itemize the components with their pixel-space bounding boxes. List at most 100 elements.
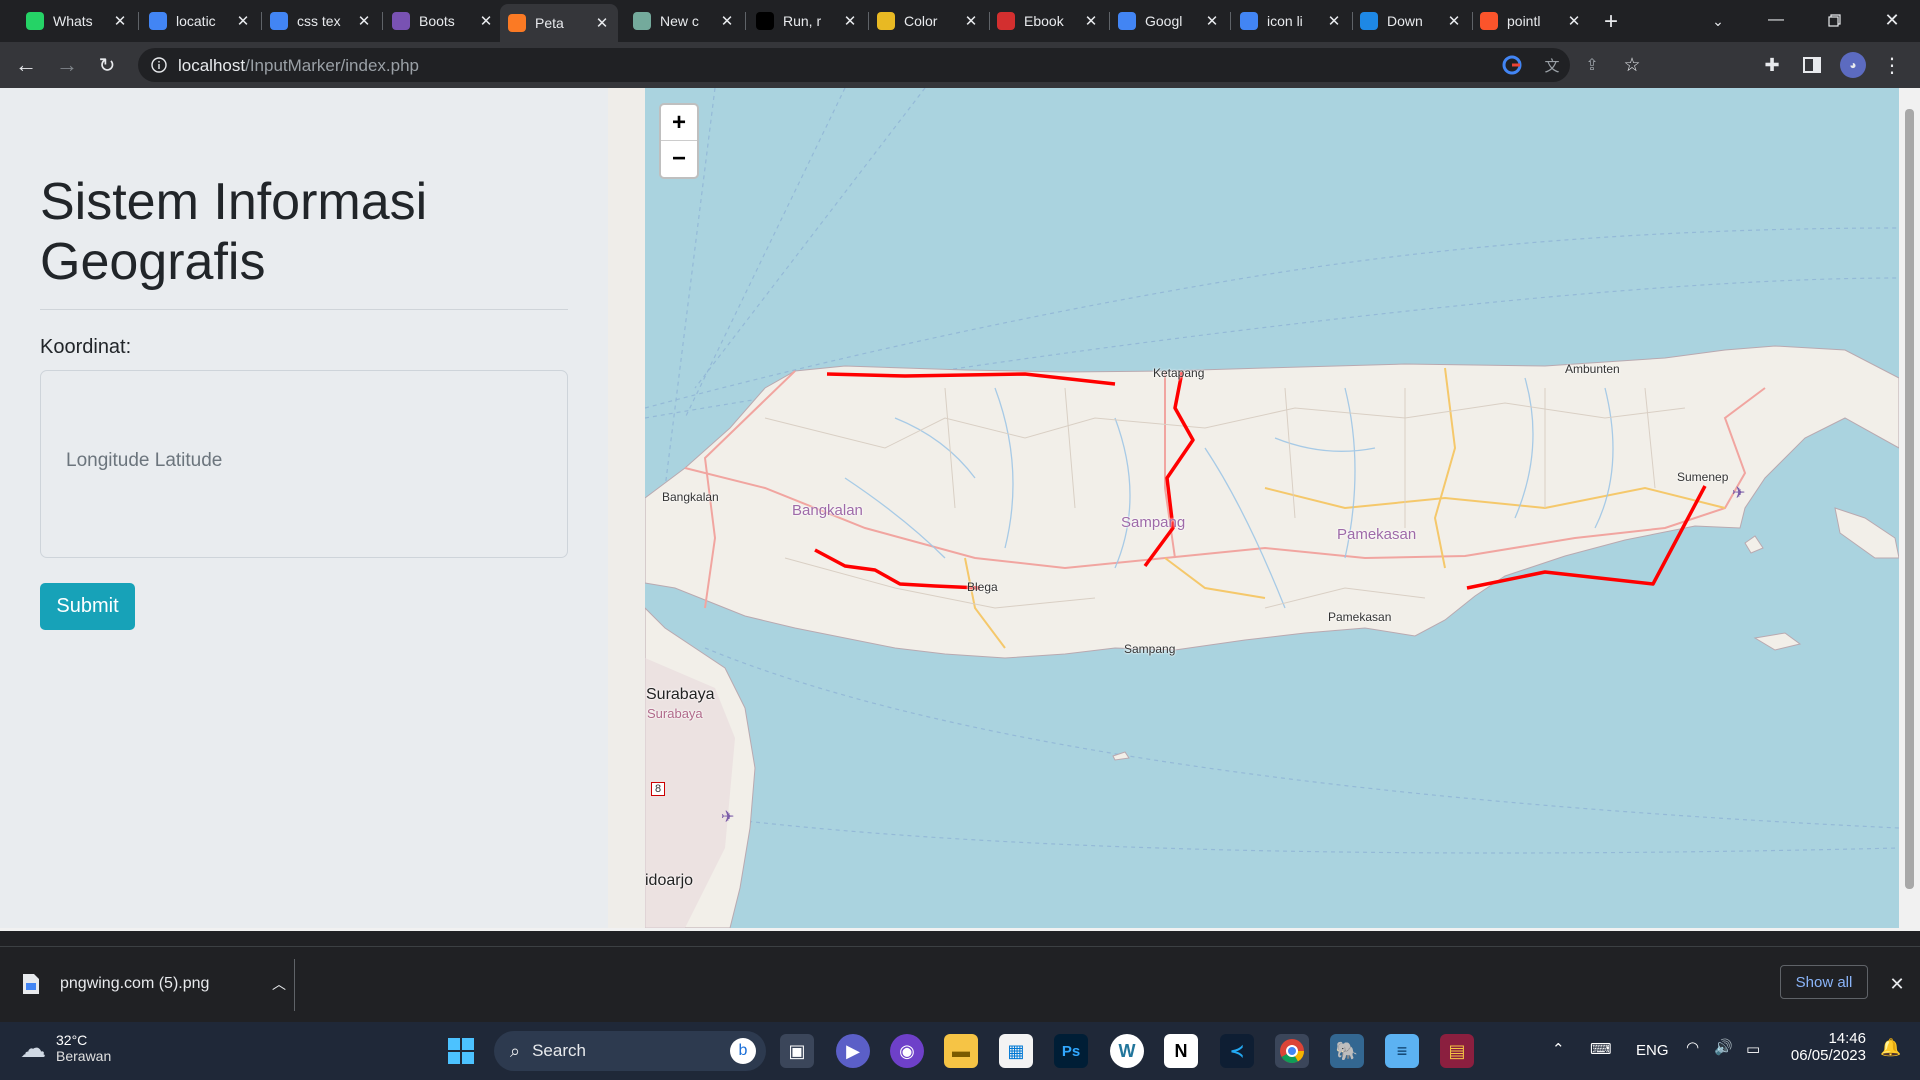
- site-info-icon[interactable]: [150, 56, 168, 74]
- tab-separator: [382, 12, 383, 30]
- airport-icon-sumenep: ✈: [1732, 483, 1745, 502]
- keyboard-icon[interactable]: ⌨: [1590, 1040, 1612, 1058]
- wifi-icon[interactable]: ◠: [1686, 1038, 1699, 1056]
- file-explorer-icon[interactable]: ▬: [944, 1034, 978, 1068]
- github-desktop-icon[interactable]: ◉: [890, 1034, 924, 1068]
- pdf-icon: [997, 12, 1015, 30]
- tab-2[interactable]: css tex ✕: [262, 5, 380, 37]
- tab-close-icon[interactable]: ✕: [1566, 13, 1582, 30]
- coordinate-label: Koordinat:: [40, 336, 132, 358]
- new-tab-button[interactable]: +: [1597, 8, 1625, 36]
- tab-close-icon[interactable]: ✕: [112, 13, 128, 30]
- page-title: Sistem Informasi Geografis: [40, 173, 428, 291]
- url-path: /InputMarker/index.php: [245, 56, 419, 75]
- vertical-scroll-thumb[interactable]: [1905, 109, 1914, 889]
- coordinate-input[interactable]: [40, 370, 568, 558]
- map-view[interactable]: ✈ ✈ Ketapang Ambunten Sumenep Bangkalan …: [645, 88, 1899, 928]
- tab-4[interactable]: Peta ✕: [500, 4, 618, 42]
- start-button[interactable]: [444, 1034, 478, 1068]
- back-button[interactable]: ←: [12, 52, 40, 77]
- file-icon: [23, 974, 39, 994]
- task-view-icon[interactable]: ▣: [780, 1034, 814, 1068]
- omnibox[interactable]: localhost/InputMarker/index.php 文 ⇪ ☆: [138, 48, 1641, 82]
- volume-icon[interactable]: 🔊: [1714, 1038, 1733, 1056]
- weather-temp: 32°C: [56, 1032, 88, 1048]
- tab-9[interactable]: Googl ✕: [1110, 5, 1228, 37]
- tab-7[interactable]: Color ✕: [869, 5, 987, 37]
- submit-button[interactable]: Submit: [40, 583, 135, 630]
- tab-close-icon[interactable]: ✕: [1083, 13, 1099, 30]
- tab-close-icon[interactable]: ✕: [1326, 13, 1342, 30]
- notion-icon[interactable]: N: [1164, 1034, 1198, 1068]
- map-label-sidoarjo: idoarjo: [645, 872, 694, 889]
- tab-close-icon[interactable]: ✕: [842, 13, 858, 30]
- tab-close-icon[interactable]: ✕: [594, 15, 610, 32]
- tab-5[interactable]: New c ✕: [625, 5, 743, 37]
- tab-8[interactable]: Ebook ✕: [989, 5, 1107, 37]
- vscode-icon[interactable]: ≺: [1220, 1034, 1254, 1068]
- side-panel-icon[interactable]: [1800, 53, 1824, 77]
- tab-3[interactable]: Boots ✕: [384, 5, 502, 37]
- tab-1[interactable]: locatic ✕: [141, 5, 259, 37]
- close-download-bar-icon[interactable]: ✕: [1886, 973, 1908, 995]
- notepad-icon[interactable]: ≡: [1385, 1034, 1419, 1068]
- extensions-icon[interactable]: ✚: [1760, 53, 1784, 77]
- tab-close-icon[interactable]: ✕: [478, 13, 494, 30]
- show-all-button[interactable]: Show all: [1780, 965, 1868, 999]
- tab-close-icon[interactable]: ✕: [963, 13, 979, 30]
- chrome-icon[interactable]: [1275, 1034, 1309, 1068]
- tab-12[interactable]: pointl ✕: [1472, 5, 1590, 37]
- tab-close-icon[interactable]: ✕: [1204, 13, 1220, 30]
- notification-bell-icon[interactable]: 🔔: [1880, 1038, 1901, 1058]
- reload-button[interactable]: ↻: [93, 53, 121, 77]
- tab-11[interactable]: Down ✕: [1352, 5, 1470, 37]
- tab-close-icon[interactable]: ✕: [356, 13, 372, 30]
- bing-icon[interactable]: b: [730, 1038, 756, 1064]
- windows-taskbar: ☁ 32°C Berawan ⌕ Search b ▣ ▶ ◉ ▬ ▦ Ps W…: [0, 1022, 1920, 1080]
- winrar-icon[interactable]: ▤: [1440, 1034, 1474, 1068]
- forward-button[interactable]: →: [53, 52, 81, 77]
- download-item[interactable]: pngwing.com (5).png ︿: [22, 969, 286, 999]
- tab-0[interactable]: Whats ✕: [18, 5, 136, 37]
- tab-close-icon[interactable]: ✕: [1446, 13, 1462, 30]
- tab-close-icon[interactable]: ✕: [719, 13, 735, 30]
- vertical-scrollbar[interactable]: [1899, 88, 1920, 928]
- google-lens-icon[interactable]: [1501, 54, 1523, 76]
- weather-widget[interactable]: ☁ 32°C Berawan: [20, 1032, 111, 1064]
- download-bar: pngwing.com (5).png ︿ Show all ✕: [0, 946, 1920, 1022]
- taskbar-search[interactable]: ⌕ Search b: [494, 1031, 766, 1071]
- language-indicator[interactable]: ENG: [1636, 1042, 1669, 1059]
- map-label-pamekasan-region: Pamekasan: [1337, 526, 1417, 543]
- bookmark-star-icon[interactable]: ☆: [1621, 54, 1643, 76]
- cloud-sun-icon: ☁: [20, 1032, 46, 1063]
- download-site-icon: [1360, 12, 1378, 30]
- show-hidden-icons[interactable]: ⌃: [1552, 1040, 1565, 1058]
- google-icon: [149, 12, 167, 30]
- github-icon: [756, 12, 774, 30]
- translate-icon[interactable]: 文: [1541, 54, 1563, 76]
- profile-avatar[interactable]: ◕: [1840, 52, 1866, 78]
- url-text[interactable]: localhost/InputMarker/index.php: [178, 56, 419, 76]
- tab-6[interactable]: Run, r ✕: [748, 5, 866, 37]
- share-icon[interactable]: ⇪: [1581, 54, 1603, 76]
- horizontal-scrollbar[interactable]: [0, 928, 1920, 931]
- tab-title: icon li: [1267, 13, 1303, 29]
- minimize-button[interactable]: —: [1758, 6, 1794, 34]
- restore-button[interactable]: [1816, 6, 1852, 34]
- microsoft-store-icon[interactable]: ▦: [999, 1034, 1033, 1068]
- zoom-out-button[interactable]: −: [661, 141, 697, 177]
- tab-search-icon[interactable]: ⌄: [1706, 10, 1730, 32]
- zoom-in-button[interactable]: +: [661, 105, 697, 141]
- photoshop-icon[interactable]: Ps: [1054, 1034, 1088, 1068]
- map-label-surabaya-region: Surabaya: [647, 706, 703, 721]
- tab-close-icon[interactable]: ✕: [235, 13, 251, 30]
- close-window-button[interactable]: ✕: [1874, 6, 1910, 34]
- teams-chat-icon[interactable]: ▶: [836, 1034, 870, 1068]
- battery-icon[interactable]: ▭: [1746, 1040, 1760, 1058]
- clock[interactable]: 14:46 06/05/2023: [1788, 1030, 1866, 1064]
- wordpress-icon[interactable]: W: [1110, 1034, 1144, 1068]
- tab-10[interactable]: icon li ✕: [1232, 5, 1350, 37]
- chrome-menu-icon[interactable]: ⋮: [1882, 53, 1902, 77]
- postgresql-icon[interactable]: 🐘: [1330, 1034, 1364, 1068]
- chevron-up-icon[interactable]: ︿: [272, 974, 286, 994]
